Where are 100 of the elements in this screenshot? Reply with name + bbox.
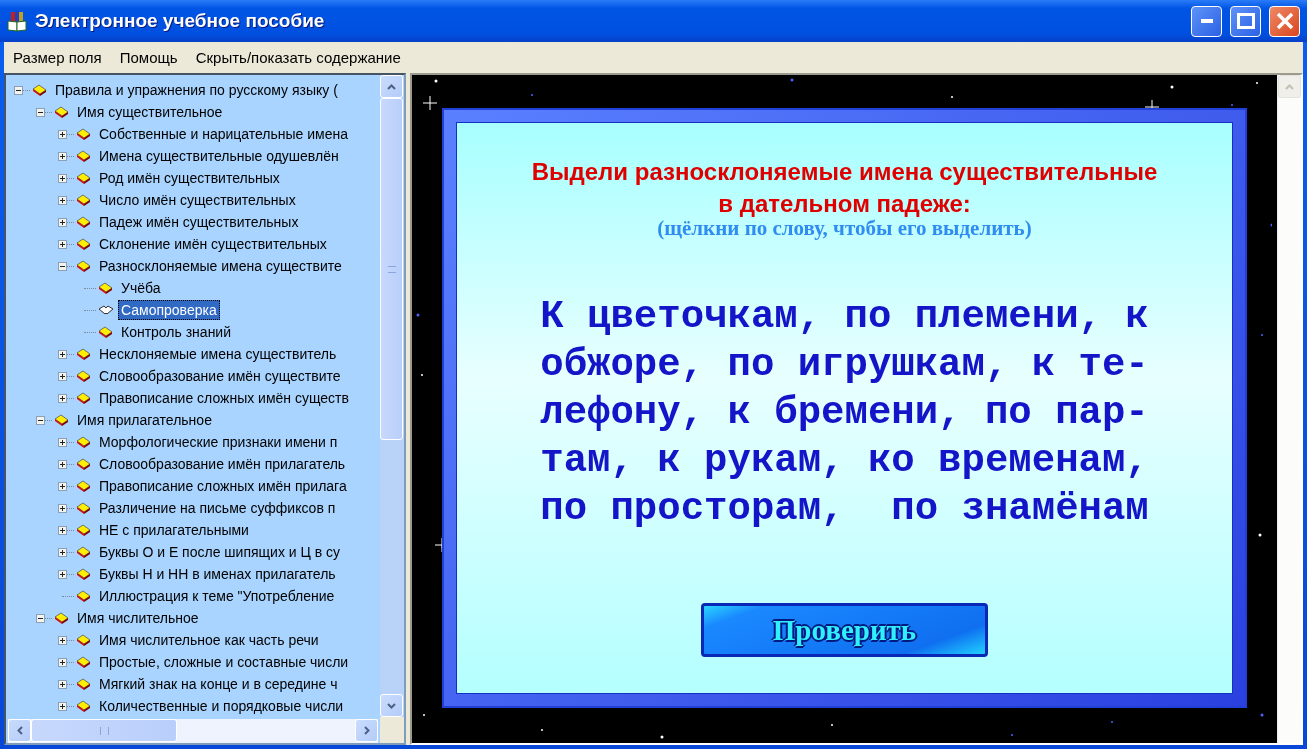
tree-item[interactable]: Иллюстрация к теме "Употребление: [96, 586, 338, 606]
expand-icon[interactable]: [57, 437, 67, 447]
book-icon: [76, 458, 92, 470]
expand-icon[interactable]: [57, 173, 67, 183]
tree-item[interactable]: Словообразование имён прилагатель: [96, 454, 349, 474]
expand-icon[interactable]: [57, 569, 67, 579]
book-icon: [76, 524, 92, 536]
book-icon: [54, 106, 70, 118]
tree-item[interactable]: Контроль знаний: [118, 322, 234, 342]
collapse-icon[interactable]: [35, 107, 45, 117]
book-icon: [76, 348, 92, 360]
maximize-button[interactable]: [1230, 5, 1261, 37]
menu-item[interactable]: Скрыть/показать содержание: [186, 49, 410, 66]
tree-item[interactable]: Правила и упражнения по русскому языку (: [52, 80, 341, 100]
expand-icon[interactable]: [57, 195, 67, 205]
tree-item[interactable]: Простые, сложные и составные числи: [96, 652, 352, 672]
book-icon: [76, 656, 92, 668]
expand-icon[interactable]: [57, 151, 67, 161]
book-icon: [76, 678, 92, 690]
tree-item[interactable]: Имя числительное как часть речи: [96, 630, 322, 650]
maximize-icon: [1236, 13, 1255, 29]
book-icon: [76, 260, 92, 272]
book-icon: [76, 436, 92, 448]
minimize-icon: [1200, 19, 1213, 23]
tree-item[interactable]: Падеж имён существительных: [96, 212, 302, 232]
collapse-icon[interactable]: [13, 85, 23, 95]
tree-item[interactable]: Имя числительное: [74, 608, 202, 628]
caret-left-icon: [16, 726, 23, 735]
window-title: Электронное учебное пособие: [35, 10, 326, 32]
book-icon: [76, 150, 92, 162]
book-icon: [76, 392, 92, 404]
scrollbar-thumb[interactable]: [31, 719, 177, 742]
tree-item[interactable]: Несклоняемые имена существитель: [96, 344, 340, 364]
book-icon: [76, 480, 92, 492]
expand-icon[interactable]: [57, 635, 67, 645]
tree-item[interactable]: Различение на письме суффиксов п: [96, 498, 339, 518]
expand-icon[interactable]: [57, 239, 67, 249]
tree-item[interactable]: Род имён существительных: [96, 168, 283, 188]
scrollbar-corner: [380, 717, 404, 743]
scroll-down-button[interactable]: [380, 694, 403, 717]
expand-icon[interactable]: [57, 217, 67, 227]
close-button[interactable]: [1269, 5, 1300, 37]
tree-item[interactable]: Склонение имён существительных: [96, 234, 330, 254]
book-icon: [76, 634, 92, 646]
expand-icon[interactable]: [57, 481, 67, 491]
book-icon: [76, 568, 92, 580]
expand-icon[interactable]: [57, 657, 67, 667]
book-icon: [76, 216, 92, 228]
expand-icon[interactable]: [57, 349, 67, 359]
expand-icon[interactable]: [57, 679, 67, 689]
book-icon: [76, 172, 92, 184]
tree-item[interactable]: Правописание сложных имён существ: [96, 388, 352, 408]
book-icon: [76, 238, 92, 250]
book-icon: [98, 326, 114, 338]
expand-icon[interactable]: [57, 503, 67, 513]
expand-icon[interactable]: [57, 525, 67, 535]
tree-item[interactable]: НЕ с прилагательными: [96, 520, 252, 540]
expand-icon[interactable]: [57, 371, 67, 381]
tree-item[interactable]: Имя прилагательное: [74, 410, 215, 430]
books-icon: [7, 10, 29, 32]
tree-item[interactable]: Имя существительное: [74, 102, 226, 122]
tree-item[interactable]: Мягкий знак на конце и в середине ч: [96, 674, 341, 694]
book-icon: [54, 414, 70, 426]
scrollbar-thumb[interactable]: [380, 98, 403, 440]
expand-icon[interactable]: [57, 701, 67, 711]
tree-item[interactable]: Собственные и нарицательные имена: [96, 124, 352, 144]
tree-item[interactable]: Морфологические признаки имени п: [96, 432, 341, 452]
caret-up-icon: [1285, 83, 1294, 90]
collapse-icon[interactable]: [57, 261, 67, 271]
expand-icon[interactable]: [57, 129, 67, 139]
book-icon: [32, 84, 48, 96]
tree-item[interactable]: Правописание сложных имён прилага: [96, 476, 350, 496]
book-icon: [76, 128, 92, 140]
caret-up-icon: [387, 83, 396, 90]
tree-item[interactable]: Буквы Н и НН в именах прилагатель: [96, 564, 339, 584]
menu-item[interactable]: Размер поля: [4, 49, 111, 66]
book-icon: [98, 282, 114, 294]
book-icon: [54, 612, 70, 624]
expand-icon[interactable]: [57, 459, 67, 469]
tree-item[interactable]: Разносклоняемые имена существите: [96, 256, 345, 276]
book-icon: [76, 194, 92, 206]
tree-item[interactable]: Словообразование имён существите: [96, 366, 344, 386]
tree-item[interactable]: Количественные и порядковые числи: [96, 696, 347, 716]
exercise-text[interactable]: К цветочкам, по племени, к обжоре, по игрушкам, к те- лефону, к бремени, по пар- там, к рукам, ко временам, по просторам, по знамёнам: [540, 293, 1149, 533]
exercise-title: Выдели разносклоняемые имена существительные в дательном падеже:: [531, 157, 1158, 219]
scroll-left-button[interactable]: [8, 719, 31, 742]
tree-item[interactable]: Буквы О и Е после шипящих и Ц в су: [96, 542, 344, 562]
tree-item[interactable]: Самопроверка: [118, 300, 220, 320]
expand-icon[interactable]: [57, 547, 67, 557]
minimize-button[interactable]: [1191, 5, 1222, 37]
expand-icon[interactable]: [57, 393, 67, 403]
menu-item[interactable]: Помощь: [110, 49, 187, 66]
book-icon: [76, 700, 92, 712]
tree-item[interactable]: Имена существительные одушевлён: [96, 146, 342, 166]
tree-item[interactable]: Число имён существительных: [96, 190, 299, 210]
tree-item[interactable]: Учёба: [118, 278, 164, 298]
collapse-icon[interactable]: [35, 613, 45, 623]
exercise-hint: (щёлкни по слову, чтобы его выделить): [657, 216, 1032, 241]
scroll-right-button[interactable]: [355, 719, 378, 742]
collapse-icon[interactable]: [35, 415, 45, 425]
